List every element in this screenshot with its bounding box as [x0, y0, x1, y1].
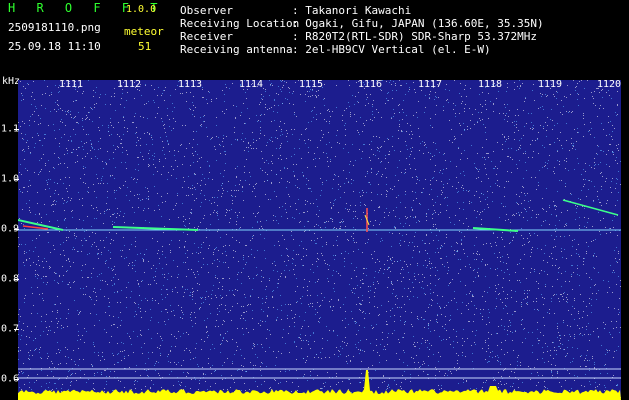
minute-label: 1117: [417, 79, 443, 90]
station-info: Observer : Takanori Kawachi Receiving Lo…: [180, 4, 544, 56]
info-value: : R820T2(RTL-SDR) SDR-Sharp 53.372MHz: [292, 30, 538, 43]
info-key: Receiving antenna: [180, 43, 293, 56]
y-tick-mark: [14, 329, 19, 330]
y-tick-mark: [14, 129, 19, 130]
minute-label: 1111: [58, 79, 84, 90]
minute-label: 1118: [477, 79, 503, 90]
info-value: : 2el-HB9CV Vertical (el. E-W): [292, 43, 491, 56]
minute-label: 1112: [116, 79, 142, 90]
info-key: Receiver: [180, 30, 233, 43]
minute-label: 1119: [537, 79, 563, 90]
info-value: : Takanori Kawachi: [292, 4, 412, 17]
date-time: 25.09.18 11:10: [8, 40, 101, 53]
minute-label: 1115: [298, 79, 324, 90]
minute-label: 1120: [596, 79, 622, 90]
header-panel: H R O F F T 1.0.0 2509181110.png 25.09.1…: [0, 0, 629, 76]
plot-right-margin: [621, 76, 629, 400]
minute-label: 1116: [357, 79, 383, 90]
minute-label: 1113: [177, 79, 203, 90]
meteor-count: 51: [138, 40, 152, 53]
info-row-observer: Observer : Takanori Kawachi: [180, 4, 544, 17]
y-tick-mark: [14, 229, 19, 230]
info-value: : Ogaki, Gifu, JAPAN (136.60E, 35.35N): [292, 17, 544, 30]
info-key: Observer: [180, 4, 233, 17]
spectrogram-plot: [18, 80, 621, 400]
info-row-receiver: Receiver : R820T2(RTL-SDR) SDR-Sharp 53.…: [180, 30, 544, 43]
meteor-label: meteor: [124, 25, 164, 38]
y-tick-mark: [14, 379, 19, 380]
info-row-location: Receiving Location : Ogaki, Gifu, JAPAN …: [180, 17, 544, 30]
info-row-antenna: Receiving antenna : 2el-HB9CV Vertical (…: [180, 43, 544, 56]
minute-label: 1114: [238, 79, 264, 90]
spectrogram-image: [18, 80, 621, 400]
app-version: 1.0.0: [126, 4, 157, 15]
amplitude-trace: [18, 370, 621, 400]
y-tick-mark: [14, 179, 19, 180]
meteor-echo: [562, 199, 619, 216]
info-key: Receiving Location: [180, 17, 300, 30]
y-tick-mark: [14, 279, 19, 280]
file-name: 2509181110.png: [8, 21, 101, 34]
